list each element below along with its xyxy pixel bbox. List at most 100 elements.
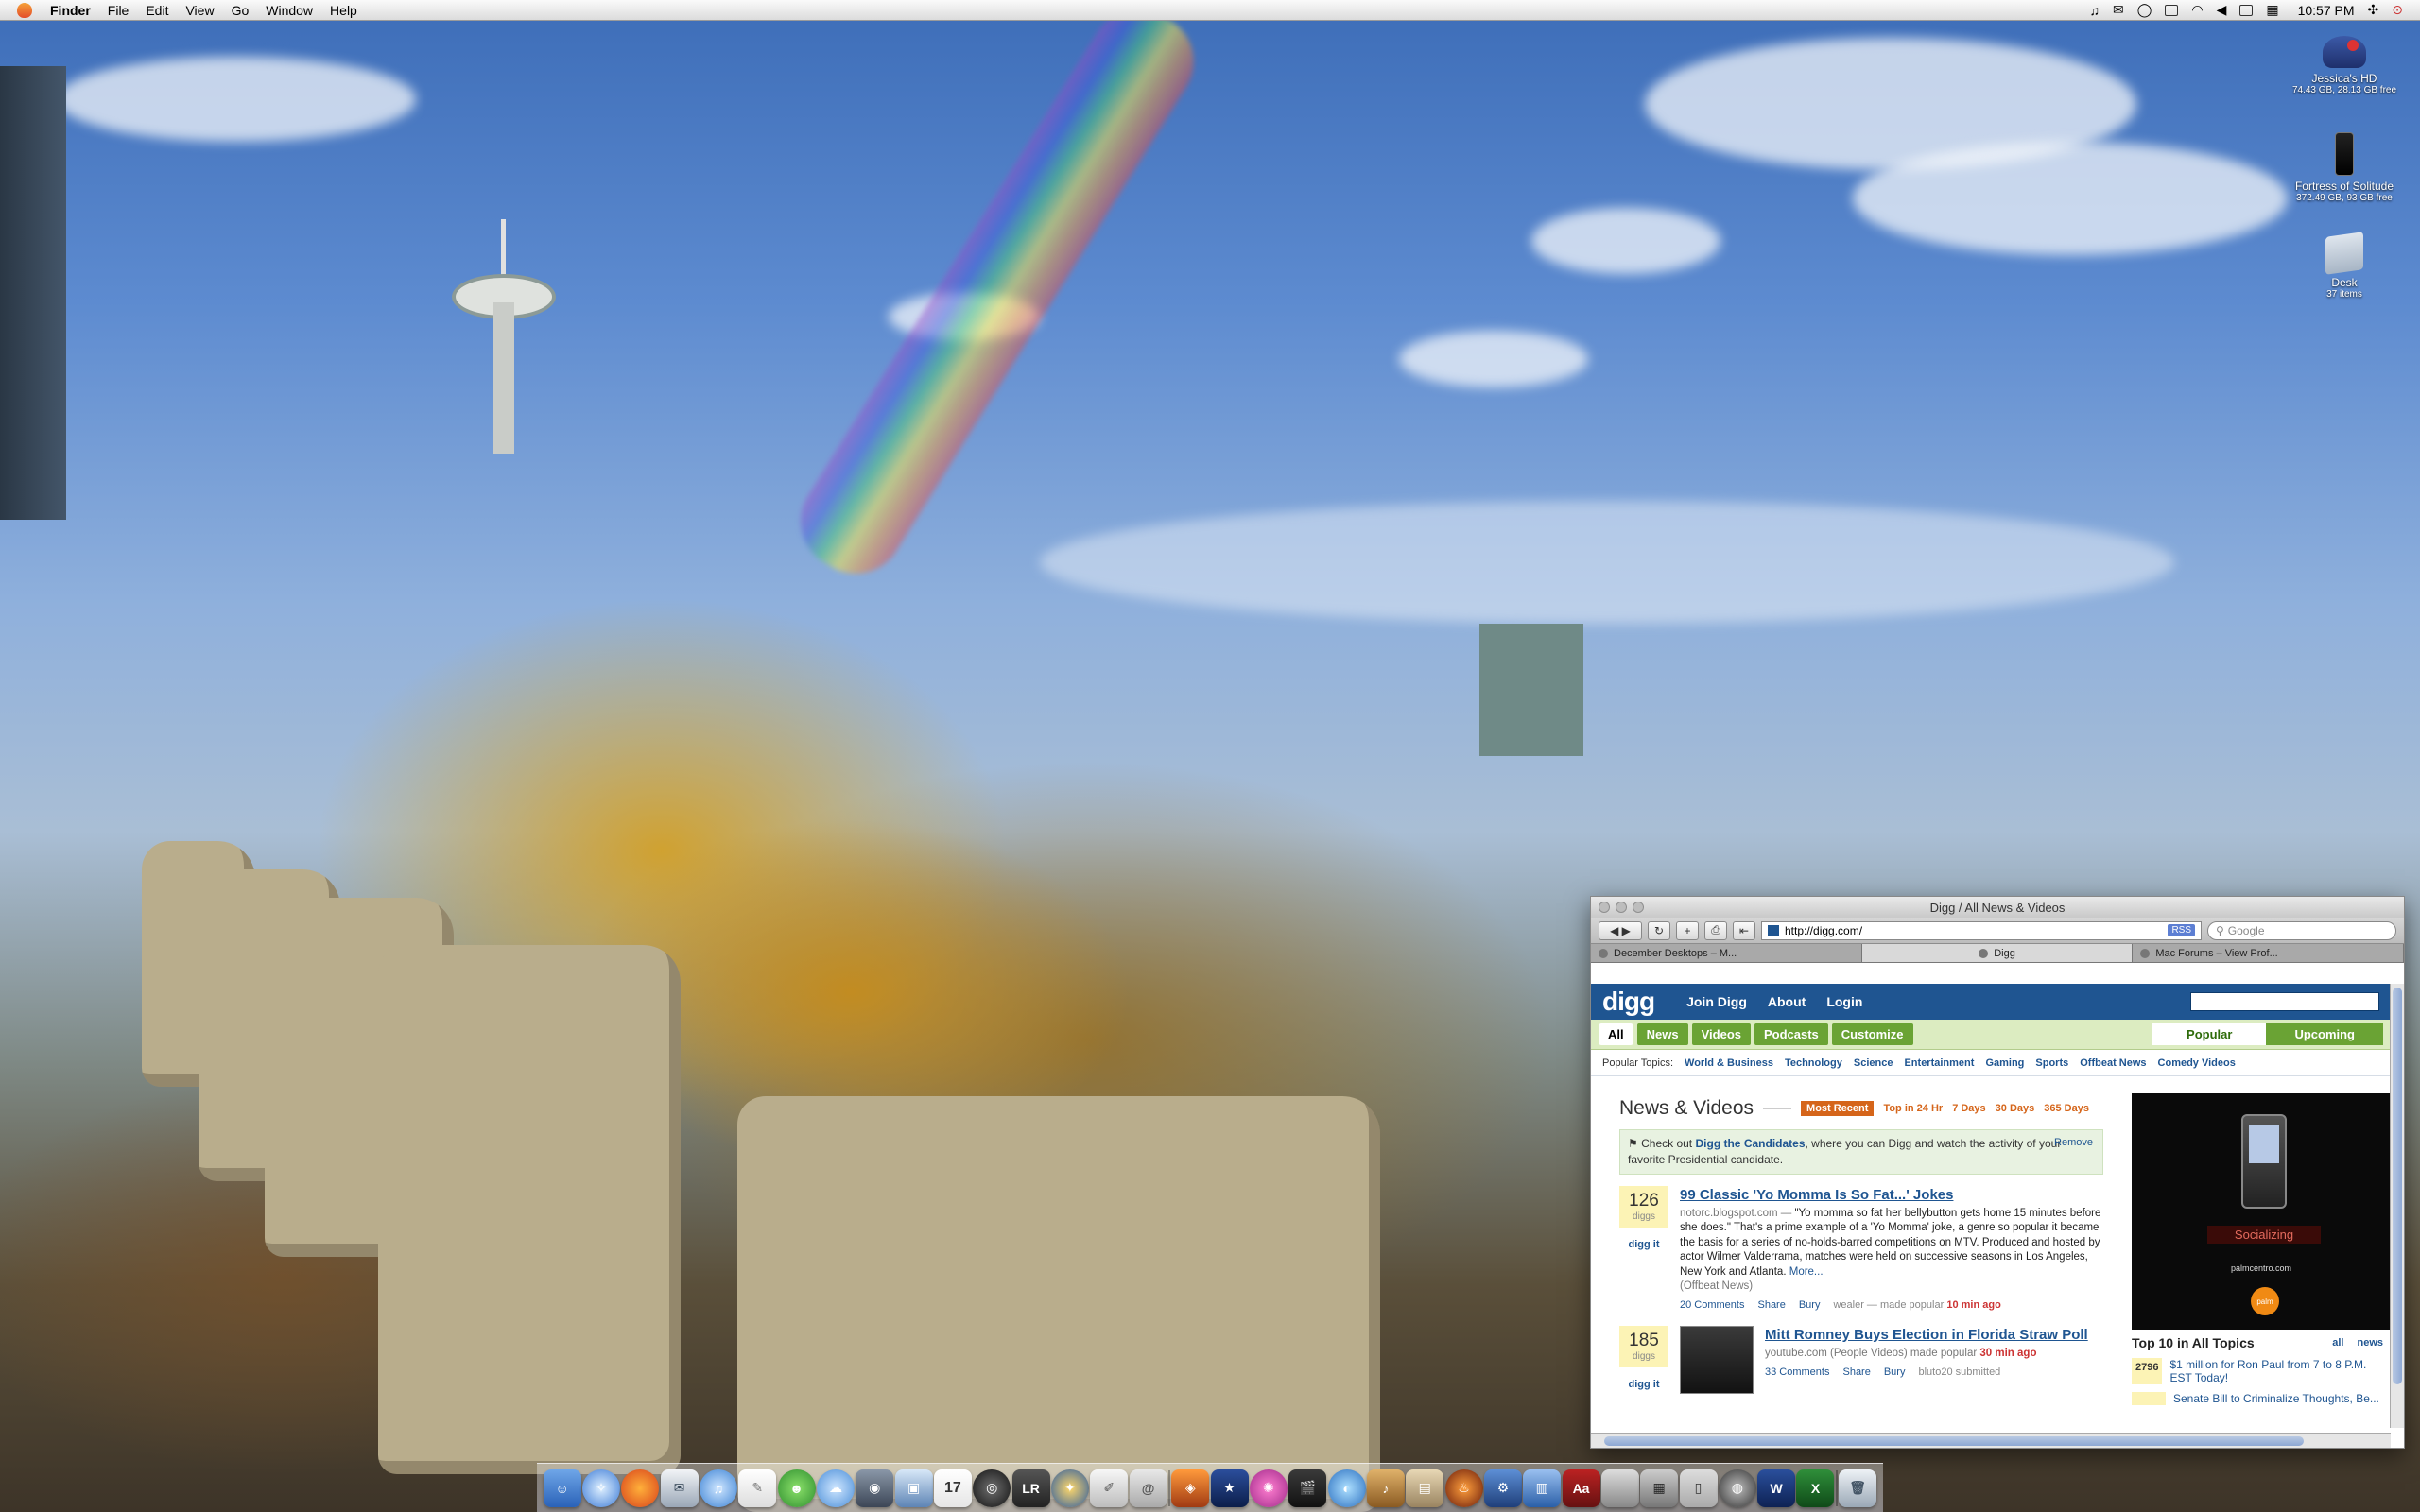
iphoto-icon[interactable]: ◐ xyxy=(1327,1469,1366,1507)
books-icon[interactable]: ▥ xyxy=(1523,1469,1562,1507)
menu-clock[interactable]: 10:57 PM xyxy=(2298,3,2355,18)
wifi-icon[interactable]: ◠ xyxy=(2191,2,2203,18)
disk-utility-icon[interactable]: ◍ xyxy=(1718,1469,1756,1507)
nav-customize[interactable]: Customize xyxy=(1831,1023,1913,1045)
ichat-icon[interactable]: ☁ xyxy=(816,1469,855,1507)
trash-icon[interactable]: 🗑 xyxy=(1839,1469,1877,1507)
join-digg-link[interactable]: Join Digg xyxy=(1686,994,1747,1009)
topic-gaming[interactable]: Gaming xyxy=(1985,1057,2024,1069)
calculator-icon[interactable]: ▦ xyxy=(1640,1469,1679,1507)
more-link[interactable]: More... xyxy=(1789,1266,1824,1278)
digg-it-button[interactable]: digg it xyxy=(1619,1228,1668,1250)
word-icon[interactable]: W xyxy=(1757,1469,1796,1507)
topic-world-business[interactable]: World & Business xyxy=(1685,1057,1773,1069)
volume-icon[interactable]: ◀ xyxy=(2217,2,2227,18)
digg-it-button[interactable]: digg it xyxy=(1619,1367,1668,1390)
nav-news[interactable]: News xyxy=(1636,1023,1688,1045)
upcoming-tab[interactable]: Upcoming xyxy=(2266,1023,2383,1045)
battery-icon[interactable] xyxy=(2239,4,2254,16)
topic-technology[interactable]: Technology xyxy=(1785,1057,1842,1069)
excel-icon[interactable]: X xyxy=(1796,1469,1835,1507)
menu-help[interactable]: Help xyxy=(321,3,366,18)
story-headline[interactable]: Mitt Romney Buys Election in Florida Str… xyxy=(1765,1326,2103,1345)
filter-7days[interactable]: 7 Days xyxy=(1952,1103,1985,1114)
snapback-icon[interactable]: ⇤ xyxy=(1733,920,1755,940)
top10-headline[interactable]: $1 million for Ron Paul from 7 to 8 P.M.… xyxy=(2169,1358,2391,1384)
textedit-icon[interactable]: ✎ xyxy=(738,1469,777,1507)
topic-science[interactable]: Science xyxy=(1854,1057,1893,1069)
safari-icon[interactable]: ✧ xyxy=(581,1469,620,1507)
quicktime-icon[interactable]: 🎬 xyxy=(1288,1469,1327,1507)
vertical-scrollbar[interactable] xyxy=(2390,984,2404,1428)
spaces-icon[interactable]: ✣ xyxy=(2368,2,2379,18)
add-bookmark-icon[interactable]: + xyxy=(1676,920,1699,940)
filter-365days[interactable]: 365 Days xyxy=(2044,1103,2089,1114)
mail-plus-icon[interactable]: ✦ xyxy=(1050,1469,1089,1507)
login-link[interactable]: Login xyxy=(1826,994,1862,1009)
coda-icon[interactable]: ◈ xyxy=(1171,1469,1210,1507)
close-tab-icon[interactable] xyxy=(1599,948,1608,958)
photos-icon[interactable]: ▤ xyxy=(1406,1469,1444,1507)
nav-videos[interactable]: Videos xyxy=(1691,1023,1751,1045)
back-forward-button[interactable]: ◀ ▶ xyxy=(1599,920,1642,940)
menu-window[interactable]: Window xyxy=(257,3,321,18)
itunes-icon[interactable]: ♫ xyxy=(699,1469,737,1507)
bury-link[interactable]: Bury xyxy=(1884,1366,1906,1380)
dictionary-icon[interactable]: Aa xyxy=(1562,1469,1600,1507)
filter-24hr[interactable]: Top in 24 Hr xyxy=(1883,1103,1943,1114)
photoshop-icon[interactable]: ★ xyxy=(1210,1469,1249,1507)
print-icon[interactable]: ⎙ xyxy=(1704,920,1727,940)
menu-app-name[interactable]: Finder xyxy=(42,3,99,18)
video-thumbnail[interactable] xyxy=(1680,1325,1754,1394)
rss-button[interactable]: RSS xyxy=(2168,924,2195,936)
script-editor-icon[interactable]: ✐ xyxy=(1090,1469,1129,1507)
preview-icon[interactable]: ▣ xyxy=(894,1469,933,1507)
share-link[interactable]: Share xyxy=(1757,1298,1785,1313)
spotlight-icon[interactable]: ⊙ xyxy=(2392,2,2403,18)
finder-icon[interactable]: ☺ xyxy=(543,1469,581,1507)
system-prefs-icon[interactable]: ⚙ xyxy=(1483,1469,1522,1507)
digg-logo[interactable]: digg xyxy=(1602,987,1655,1017)
imovie-icon[interactable]: ✺ xyxy=(1249,1469,1288,1507)
ical-icon[interactable]: 17 xyxy=(933,1469,972,1507)
close-tab-icon[interactable] xyxy=(1979,948,1989,958)
popular-tab[interactable]: Popular xyxy=(2152,1023,2267,1045)
desktop-icon-hd[interactable]: Jessica's HD 74.43 GB, 28.13 GB free xyxy=(2283,36,2406,95)
address-book-icon[interactable]: @ xyxy=(1129,1469,1167,1507)
bury-link[interactable]: Bury xyxy=(1799,1298,1821,1313)
mail-status-icon[interactable]: ✉ xyxy=(2113,2,2124,18)
nav-podcasts[interactable]: Podcasts xyxy=(1754,1023,1828,1045)
filter-most-recent[interactable]: Most Recent xyxy=(1801,1101,1875,1116)
notice-link[interactable]: Digg the Candidates xyxy=(1695,1137,1805,1150)
lightroom-icon[interactable]: LR xyxy=(1011,1469,1050,1507)
topic-comedy-videos[interactable]: Comedy Videos xyxy=(2158,1057,2236,1069)
story-headline[interactable]: 99 Classic 'Yo Momma Is So Fat...' Jokes xyxy=(1680,1186,2103,1205)
topic-entertainment[interactable]: Entertainment xyxy=(1904,1057,1974,1069)
apple-icon[interactable] xyxy=(1600,1469,1639,1507)
scroll-thumb[interactable] xyxy=(2393,988,2402,1384)
utility-icon[interactable]: ▯ xyxy=(1679,1469,1718,1507)
comments-link[interactable]: 20 Comments xyxy=(1680,1298,1744,1313)
itunes-status-icon[interactable]: ♫ xyxy=(2089,3,2100,18)
menu-view[interactable]: View xyxy=(177,3,222,18)
about-link[interactable]: About xyxy=(1768,994,1806,1009)
garageband-icon[interactable]: ♪ xyxy=(1366,1469,1405,1507)
desktop-icon-desk[interactable]: Desk 37 items xyxy=(2283,232,2406,300)
dvd-player-icon[interactable]: ◎ xyxy=(973,1469,1011,1507)
tab-mac-forums[interactable]: Mac Forums – View Prof... xyxy=(2133,944,2404,962)
adium-icon[interactable]: ☻ xyxy=(777,1469,816,1507)
sync-status-icon[interactable]: ◯ xyxy=(2137,2,2152,18)
apple-menu-icon[interactable] xyxy=(17,2,32,18)
window-titlebar[interactable]: Digg / All News & Videos xyxy=(1591,897,2404,918)
address-bar[interactable]: http://digg.com/ RSS xyxy=(1761,920,2202,940)
palm-ad[interactable]: Socializing palmcentro.com palm xyxy=(2132,1093,2391,1330)
filter-30days[interactable]: 30 Days xyxy=(1996,1103,2035,1114)
reload-icon[interactable]: ↻ xyxy=(1648,920,1670,940)
tab-december-desktops[interactable]: December Desktops – M... xyxy=(1591,944,1862,962)
menu-edit[interactable]: Edit xyxy=(137,3,177,18)
horizontal-scrollbar[interactable] xyxy=(1591,1433,2391,1448)
topic-sports[interactable]: Sports xyxy=(2035,1057,2068,1069)
close-tab-icon[interactable] xyxy=(2140,948,2151,958)
desktop-icon-fortress[interactable]: Fortress of Solitude 372.49 GB, 93 GB fr… xyxy=(2283,132,2406,203)
tab-digg[interactable]: Digg xyxy=(1861,944,2134,962)
